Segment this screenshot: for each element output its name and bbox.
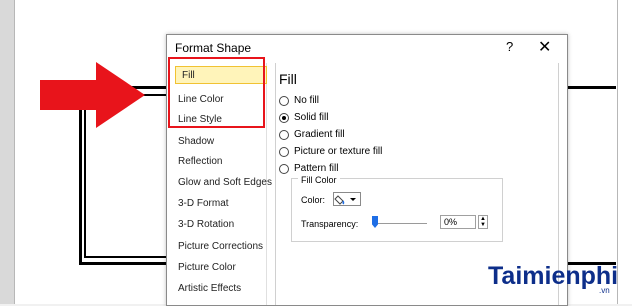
highlight-box bbox=[168, 57, 265, 128]
transparency-input[interactable]: 0% bbox=[440, 215, 476, 229]
radio-gradient-fill[interactable] bbox=[279, 130, 289, 140]
color-label: Color: bbox=[301, 195, 326, 205]
section-title: Fill bbox=[279, 71, 297, 87]
nav-item-artistic-effects[interactable]: Artistic Effects bbox=[178, 283, 241, 294]
radio-label: Pattern fill bbox=[294, 163, 339, 174]
radio-label: No fill bbox=[294, 95, 320, 106]
nav-item-3d-rotation[interactable]: 3-D Rotation bbox=[178, 219, 234, 230]
watermark-suffix: .vn bbox=[599, 286, 610, 295]
nav-item-shadow[interactable]: Shadow bbox=[178, 136, 214, 147]
radio-no-fill[interactable] bbox=[279, 96, 289, 106]
transparency-label: Transparency: bbox=[301, 219, 359, 229]
dialog-title: Format Shape bbox=[175, 41, 252, 55]
background-left bbox=[0, 0, 14, 304]
radio-pattern-fill[interactable] bbox=[279, 164, 289, 174]
frame-line bbox=[79, 262, 169, 265]
red-arrow-icon bbox=[40, 62, 145, 128]
transparency-slider-track[interactable] bbox=[375, 223, 427, 224]
transparency-spinner[interactable]: ▲ ▼ bbox=[478, 215, 488, 229]
close-button[interactable]: ✕ bbox=[538, 37, 551, 57]
paint-bucket-icon bbox=[334, 195, 356, 205]
radio-solid-fill[interactable] bbox=[279, 113, 289, 123]
nav-item-picture-corrections[interactable]: Picture Corrections bbox=[178, 241, 263, 252]
radio-picture-texture-fill[interactable] bbox=[279, 147, 289, 157]
radio-label: Gradient fill bbox=[294, 129, 345, 140]
frame-line bbox=[566, 86, 616, 89]
group-title: Fill Color bbox=[298, 175, 340, 185]
frame-line bbox=[84, 256, 174, 258]
help-button[interactable]: ? bbox=[506, 39, 513, 54]
radio-label: Solid fill bbox=[294, 112, 329, 123]
nav-item-3d-format[interactable]: 3-D Format bbox=[178, 198, 229, 209]
nav-item-glow-soft-edges[interactable]: Glow and Soft Edges bbox=[178, 177, 272, 188]
fill-color-group bbox=[291, 178, 503, 242]
radio-label: Picture or texture fill bbox=[294, 146, 383, 157]
nav-item-reflection[interactable]: Reflection bbox=[178, 156, 222, 167]
color-picker-button[interactable] bbox=[333, 192, 361, 206]
nav-item-picture-color[interactable]: Picture Color bbox=[178, 262, 236, 273]
